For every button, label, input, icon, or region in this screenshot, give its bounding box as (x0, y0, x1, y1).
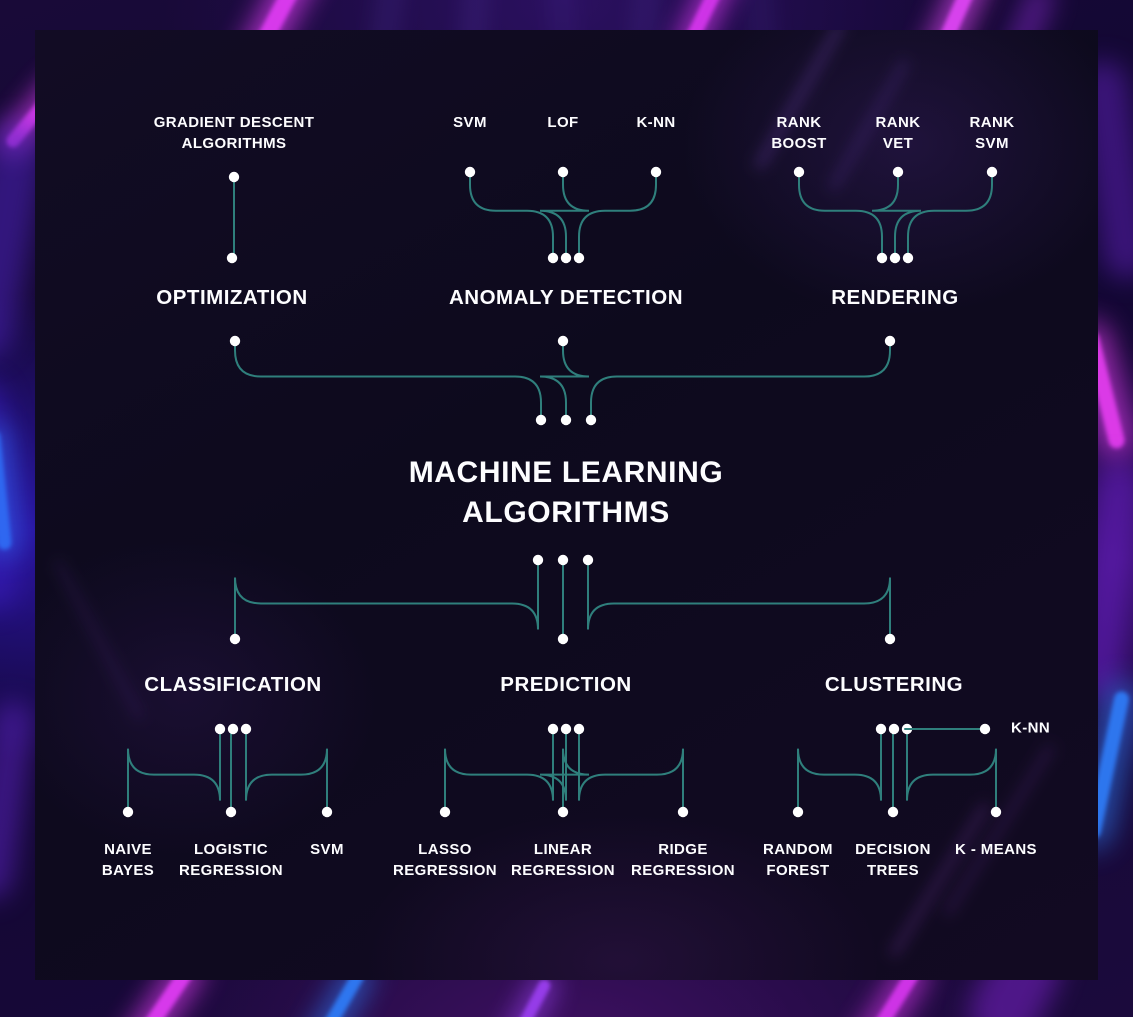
hub-dot (227, 723, 239, 735)
leaf-dot (122, 806, 134, 818)
hub-dot (240, 723, 252, 735)
connector-curve (539, 340, 590, 421)
hub-dot (889, 252, 901, 264)
connector-curve (590, 340, 891, 421)
connector-curve (871, 171, 922, 259)
leaf-dot (677, 806, 689, 818)
leaf-dot (557, 166, 569, 178)
leaf-dot (321, 806, 333, 818)
leaf-dot (990, 806, 1002, 818)
hub-dot (547, 723, 559, 735)
connector-curve (587, 559, 891, 640)
hub-dot (876, 252, 888, 264)
hub-dot (560, 252, 572, 264)
connector-curve (907, 171, 993, 259)
leaf-dot (557, 806, 569, 818)
hub-dot (888, 723, 900, 735)
trunk-end-dot (557, 633, 569, 645)
hub-dot (573, 723, 585, 735)
leaf-dot (979, 723, 991, 735)
leaf-dot (228, 171, 240, 183)
leaf-dot (439, 806, 451, 818)
trunk-hub-dot (560, 414, 572, 426)
hub-dot (214, 723, 226, 735)
trunk-end-dot (884, 633, 896, 645)
hub-dot (560, 723, 572, 735)
connector-curve (234, 340, 542, 421)
leaf-dot (792, 806, 804, 818)
leaf-dot (464, 166, 476, 178)
trunk-end-dot (557, 335, 569, 347)
trunk-hub-dot (557, 554, 569, 566)
leaf-dot (887, 806, 899, 818)
connector-curve (234, 559, 539, 640)
trunk-end-dot (229, 335, 241, 347)
leaf-dot (793, 166, 805, 178)
connector-curve (578, 728, 684, 813)
trunk-end-dot (229, 633, 241, 645)
hub-dot (573, 252, 585, 264)
hub-dot (547, 252, 559, 264)
connector-curve (539, 171, 590, 259)
trunk-hub-dot (582, 554, 594, 566)
trunk-end-dot (884, 335, 896, 347)
hub-dot (902, 252, 914, 264)
leaf-dot (892, 166, 904, 178)
connector-curve (798, 171, 883, 259)
connector-curve (578, 171, 657, 259)
leaf-dot (986, 166, 998, 178)
connector-curve (906, 728, 997, 813)
leaf-dot (225, 806, 237, 818)
ml-algorithms-tree: GRADIENT DESCENT ALGORITHMS OPTIMIZATION S… (0, 0, 1133, 1017)
connector-curve (469, 171, 554, 259)
connector-curve (797, 728, 882, 813)
hub-dot (875, 723, 887, 735)
leaf-dot (650, 166, 662, 178)
trunk-hub-dot (535, 414, 547, 426)
connector-curve (127, 728, 221, 813)
hub-dot (226, 252, 238, 264)
trunk-hub-dot (585, 414, 597, 426)
trunk-hub-dot (532, 554, 544, 566)
connector-curve (539, 728, 590, 813)
connector-curve (245, 728, 328, 813)
connector-lines (122, 166, 1002, 818)
connector-curve (444, 728, 554, 813)
